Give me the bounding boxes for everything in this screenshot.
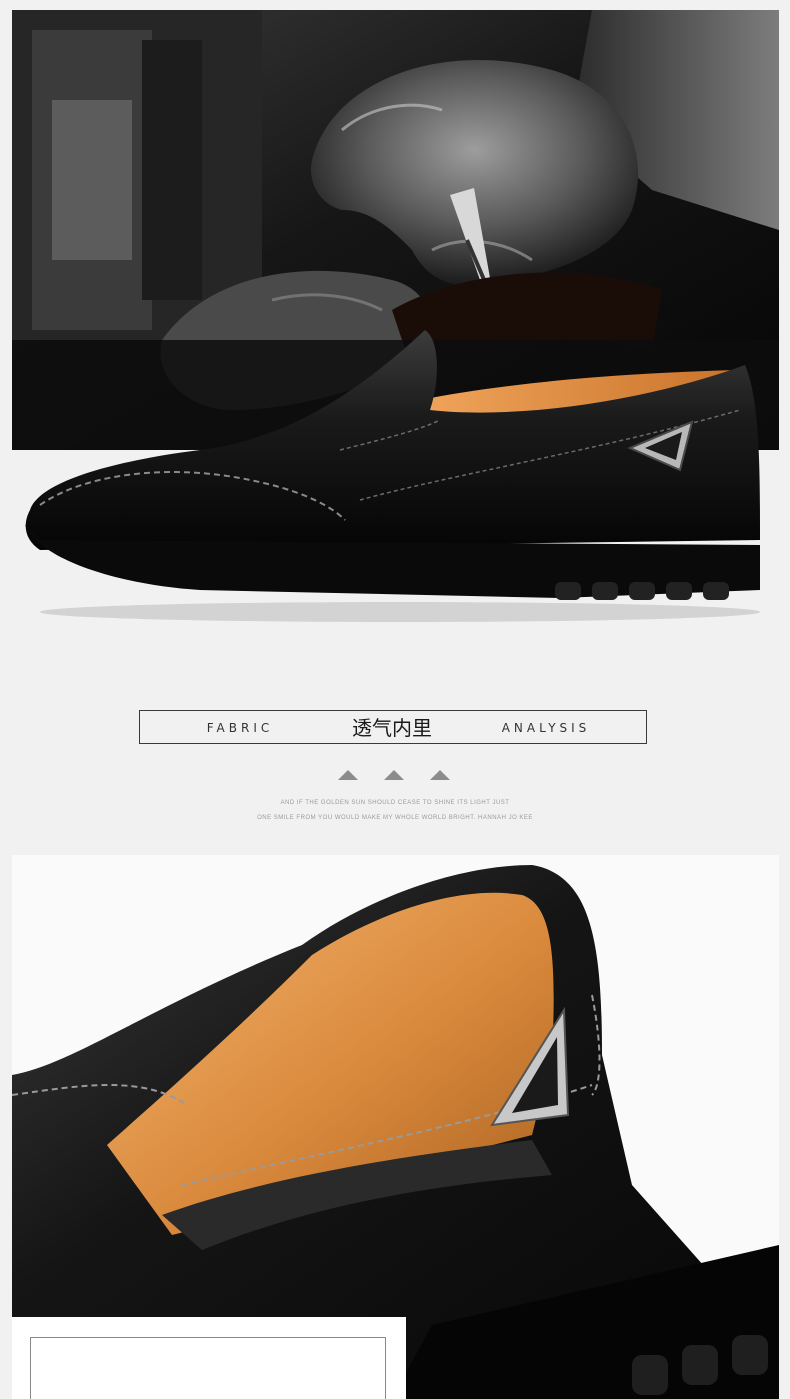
banner-title: 透气内里 <box>352 716 432 740</box>
up-triangle-icon <box>338 770 358 780</box>
tagline-line-1: AND IF THE GOLDEN SUN SHOULD CEASE TO SH… <box>280 800 510 806</box>
banner-analysis-label: ANALYSIS <box>501 721 591 735</box>
up-triangle-icon <box>430 770 450 780</box>
banner-fabric-label: FABRIC <box>206 721 274 735</box>
caption-frame <box>30 1337 386 1399</box>
loafer-side-view <box>0 300 790 640</box>
tagline-line-2: ONE SMILE FROM YOU WOULD MAKE MY WHOLE W… <box>257 815 533 821</box>
up-triangle-icon <box>384 770 404 780</box>
section-banner: FABRIC 透气内里 ANALYSIS <box>139 710 647 744</box>
